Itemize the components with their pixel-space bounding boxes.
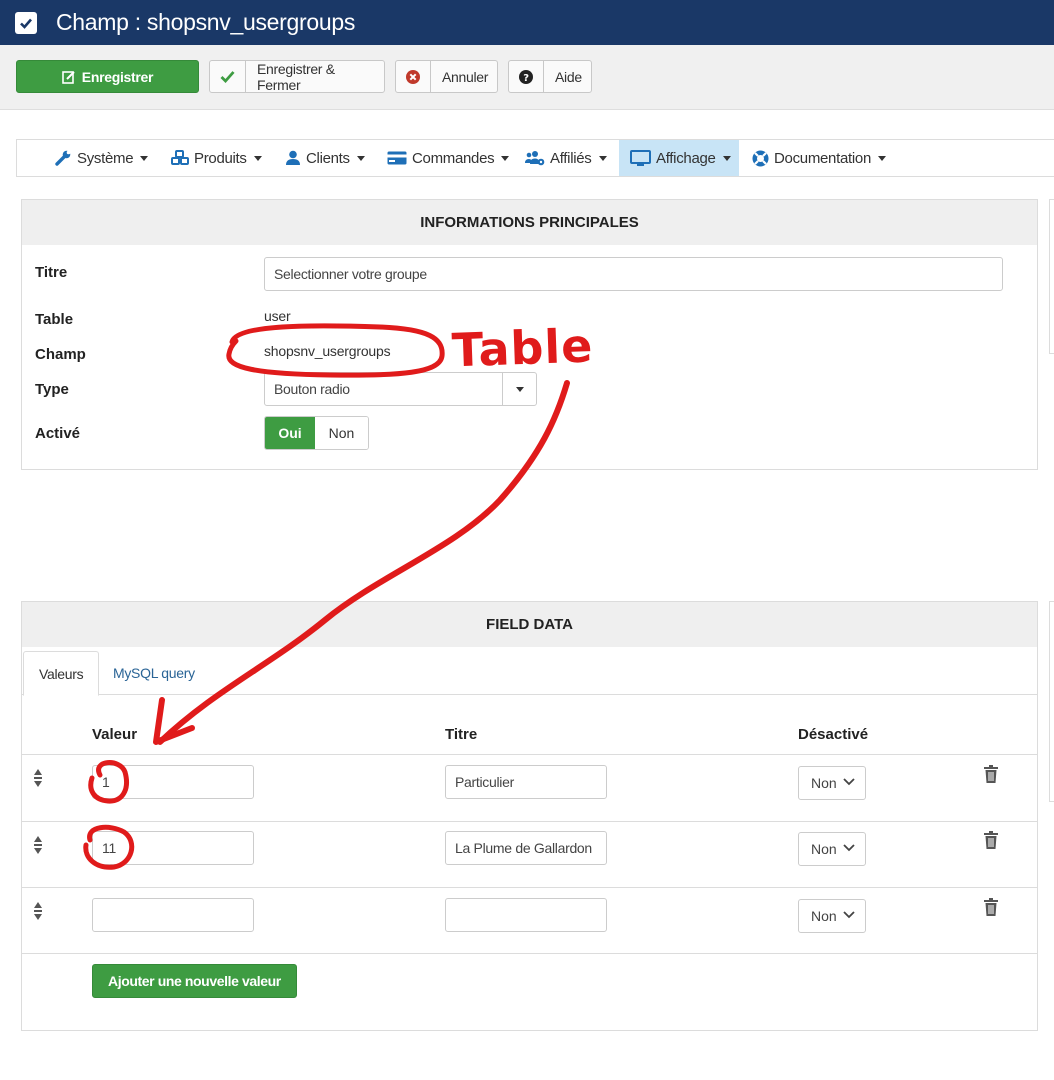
champ-label: Champ [35,346,86,363]
title-input[interactable]: Particulier [445,765,607,799]
menu-item-clients[interactable]: Clients [285,140,365,176]
menu-label: Commandes [412,149,495,167]
menu-label: Système [77,149,134,167]
toggle-on-option[interactable]: Oui [265,417,315,449]
chevron-down-icon [843,778,855,786]
question-icon: ? [509,61,544,92]
menu-item-affilies[interactable]: Affiliés [525,140,607,176]
credit-card-icon [387,151,407,165]
menu-item-commandes[interactable]: Commandes [387,140,510,176]
cancel-label: Annuler [442,68,489,85]
disabled-select[interactable]: Non [798,899,866,933]
monitor-icon [630,149,651,167]
drag-handle-icon[interactable] [32,901,44,921]
panel-heading: FIELD DATA [22,602,1037,647]
cancel-icon [396,61,431,92]
field-data-panel: FIELD DATA Valeurs MySQL query Valeur Ti… [21,601,1038,1031]
disabled-select-value: Non [811,908,837,924]
menu-label: Affiliés [550,149,592,167]
checkmark-icon [210,61,246,92]
active-toggle[interactable]: Oui Non [264,416,369,450]
title-bar: Champ : shopsnv_usergroups [0,0,1054,45]
page-title: Champ : shopsnv_usergroups [56,9,356,35]
chevron-down-icon [843,844,855,852]
users-cog-icon [525,150,545,166]
life-ring-icon [752,150,769,167]
row-divider [22,754,1037,755]
column-header-disabled: Désactivé [798,726,869,743]
titre-input[interactable]: Selectionner votre groupe [264,257,1003,291]
trash-icon[interactable] [984,898,998,916]
add-value-button[interactable]: Ajouter une nouvelle valeur [92,964,297,998]
trash-icon[interactable] [984,831,998,849]
user-icon [285,150,301,166]
chevron-down-icon [843,911,855,919]
caret-down-icon[interactable] [502,373,536,405]
side-panel-edge [1049,601,1054,802]
disabled-select[interactable]: Non [798,766,866,800]
title-input[interactable] [445,898,607,932]
menu-item-systeme[interactable]: Système [55,140,149,176]
value-input[interactable]: 1 [92,765,254,799]
disabled-select-value: Non [811,775,837,791]
panel-heading: INFORMATIONS PRINCIPALES [22,200,1037,245]
drag-handle-icon[interactable] [32,835,44,855]
main-menu: Système Produits Clients Commandes Affil… [16,139,1054,177]
side-panel-edge [1049,199,1054,354]
main-info-panel: INFORMATIONS PRINCIPALES Titre Selection… [21,199,1038,470]
menu-label: Documentation [774,149,871,167]
cubes-icon [171,150,189,166]
drag-handle-icon[interactable] [32,768,44,788]
toolbar: Enregistrer Enregistrer & Fermer Annuler… [0,45,1054,110]
help-button[interactable]: ? Aide [508,60,592,93]
tab-mysql-query[interactable]: MySQL query [98,651,210,695]
title-input[interactable]: La Plume de Gallardon [445,831,607,865]
table-label: Table [35,311,74,328]
active-label: Activé [35,425,81,442]
checkbox-icon [15,11,37,34]
help-label: Aide [555,68,582,85]
menu-label: Clients [306,149,350,167]
titre-label: Titre [35,264,68,281]
field-data-tabs: Valeurs MySQL query [22,648,1037,696]
value-input[interactable] [92,898,254,932]
row-divider [22,821,1037,822]
tab-valeurs[interactable]: Valeurs [23,651,100,696]
row-divider [22,887,1037,888]
row-divider [22,953,1037,954]
save-close-label: Enregistrer & Fermer [257,60,335,93]
save-button[interactable]: Enregistrer [16,60,199,93]
column-header-title: Titre [445,726,478,743]
table-value: user [264,308,291,324]
svg-text:?: ? [523,73,529,84]
wrench-icon [55,150,72,166]
type-select[interactable]: Bouton radio [264,372,537,406]
toggle-off-option[interactable]: Non [315,417,368,449]
trash-icon[interactable] [984,765,998,783]
menu-item-affichage[interactable]: Affichage [619,140,739,176]
menu-item-documentation[interactable]: Documentation [752,140,886,176]
disabled-select[interactable]: Non [798,832,866,866]
cancel-button[interactable]: Annuler [395,60,498,93]
save-label: Enregistrer [81,68,154,85]
menu-item-produits[interactable]: Produits [171,140,262,176]
save-close-button[interactable]: Enregistrer & Fermer [209,60,385,93]
value-input[interactable]: 11 [92,831,254,865]
type-select-value: Bouton radio [274,381,350,397]
menu-label: Affichage [656,149,716,167]
column-header-value: Valeur [92,726,138,743]
type-label: Type [35,381,69,398]
champ-value: shopsnv_usergroups [264,343,391,359]
menu-label: Produits [194,149,247,167]
edit-icon [61,61,82,92]
disabled-select-value: Non [811,841,837,857]
